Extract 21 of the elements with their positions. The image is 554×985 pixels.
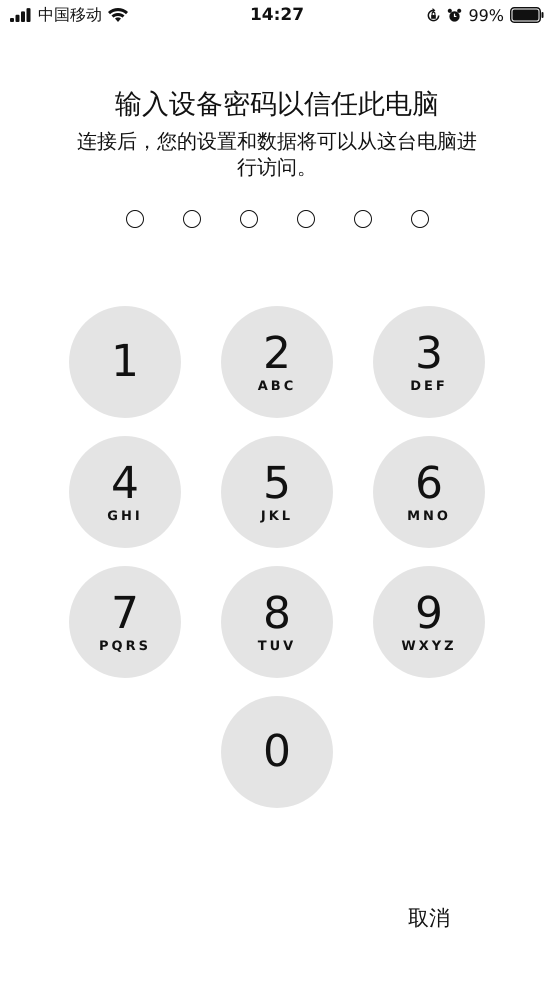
keypad-key[interactable]: 6 MNO xyxy=(373,436,485,548)
keypad-key[interactable]: 3 DEF xyxy=(373,306,485,418)
keypad-key[interactable]: 2 ABC xyxy=(221,306,333,418)
keypad-key[interactable]: 9 WXYZ xyxy=(373,566,485,678)
wifi-icon xyxy=(108,8,128,22)
signal-icon xyxy=(10,8,32,22)
carrier-name: 中国移动 xyxy=(38,4,102,26)
battery-icon xyxy=(510,7,544,23)
screen-title: 输入设备密码以信任此电脑 xyxy=(115,88,439,122)
alarm-clock-icon xyxy=(447,8,462,22)
status-time: 14:27 xyxy=(250,5,304,25)
keypad-key[interactable]: 5 JKL xyxy=(221,436,333,548)
keypad-key[interactable]: 1 xyxy=(69,306,181,418)
keypad-key[interactable]: 8 TUV xyxy=(221,566,333,678)
cancel-button[interactable]: 取消 xyxy=(404,900,454,936)
screen-description: 连接后，您的设置和数据将可以从这台电脑进行访问。 xyxy=(76,128,478,180)
keypad-key[interactable]: 7 PQRS xyxy=(69,566,181,678)
rotation-lock-icon xyxy=(426,8,442,22)
keypad-key[interactable]: 4 GHI xyxy=(69,436,181,548)
battery-percentage: 99% xyxy=(468,6,504,24)
keypad-key[interactable]: 0 xyxy=(221,696,333,808)
